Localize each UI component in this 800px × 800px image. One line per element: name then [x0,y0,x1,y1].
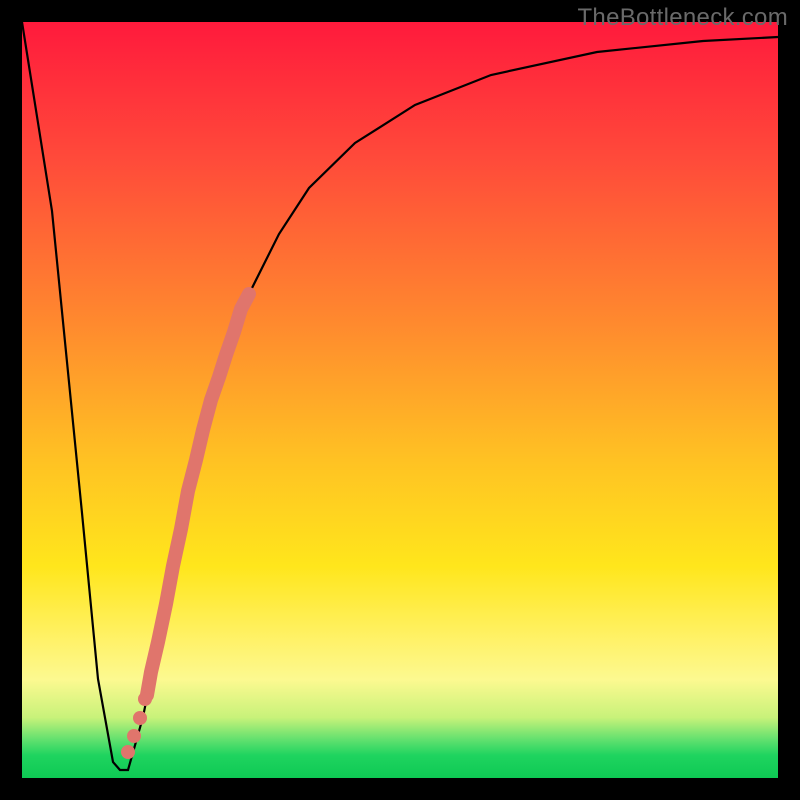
red-dot [121,745,135,759]
red-dot [133,711,147,725]
red-overlay-band [147,294,249,695]
watermark-text: TheBottleneck.com [577,4,788,32]
plot-area [22,22,778,778]
red-dot [127,729,141,743]
red-dot [138,692,152,706]
chart-frame: TheBottleneck.com [0,0,800,800]
black-curve-line [22,22,778,770]
chart-svg [22,22,778,778]
